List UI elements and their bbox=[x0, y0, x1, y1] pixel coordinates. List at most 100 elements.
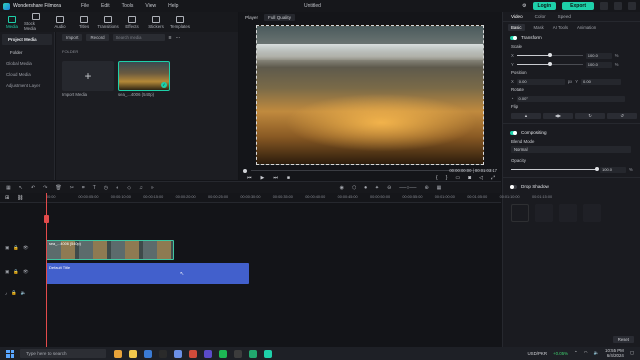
zoom-in-icon[interactable]: ⊕ bbox=[424, 185, 428, 191]
subtab-mask[interactable]: Mask bbox=[534, 25, 544, 30]
taskbar-app-icon[interactable] bbox=[159, 349, 167, 358]
taskbar-app-icon[interactable] bbox=[144, 349, 152, 358]
maximize-button[interactable] bbox=[614, 2, 622, 10]
minimize-button[interactable] bbox=[600, 2, 608, 10]
eye-icon[interactable]: 👁 bbox=[23, 269, 29, 275]
scale-x-handle[interactable] bbox=[547, 53, 552, 57]
opacity-slider[interactable] bbox=[511, 167, 599, 171]
speed-icon[interactable]: ◷ bbox=[104, 185, 108, 191]
taskbar-search-input[interactable]: Type here to search bbox=[20, 349, 106, 358]
tool-titles[interactable]: Titles bbox=[72, 12, 96, 32]
delete-icon[interactable]: 🗑 bbox=[55, 185, 61, 191]
taskbar-app-icon[interactable] bbox=[174, 349, 182, 358]
title-clip[interactable]: Default Title bbox=[46, 263, 249, 284]
tool-effects[interactable]: Effects bbox=[120, 12, 144, 32]
scrub-knob[interactable] bbox=[243, 168, 247, 173]
rotate-input[interactable]: 0.00° bbox=[516, 95, 625, 102]
lock-icon[interactable]: 🔒 bbox=[13, 245, 19, 251]
settings-icon[interactable]: ⚙ bbox=[522, 3, 526, 9]
scale-x-slider[interactable] bbox=[516, 53, 583, 57]
more-tools-icon[interactable]: » bbox=[151, 185, 154, 191]
taskbar-app-icon[interactable] bbox=[234, 349, 242, 358]
video-clip[interactable]: sea_...4006 (540p) bbox=[46, 240, 174, 260]
undo-icon[interactable]: ↶ bbox=[31, 185, 35, 191]
more-icon[interactable]: ⋯ bbox=[176, 35, 181, 41]
eye-icon[interactable]: 👁 bbox=[23, 245, 29, 251]
color-icon[interactable]: ◐ bbox=[116, 185, 119, 191]
tool-stickers[interactable]: Stickers bbox=[144, 12, 168, 32]
link-icon[interactable]: ⛓ bbox=[17, 195, 23, 201]
scale-y-input[interactable]: 100.0 bbox=[585, 61, 612, 68]
flip-horizontal-button[interactable]: ◀▶ bbox=[543, 112, 573, 119]
position-x-input[interactable]: 0.00 bbox=[516, 78, 565, 85]
opacity-handle[interactable] bbox=[595, 167, 599, 171]
taskbar-app-icon[interactable] bbox=[114, 349, 122, 358]
sidebar-project-media[interactable]: Project Media bbox=[2, 34, 52, 45]
mic-icon[interactable]: ⏺ bbox=[364, 185, 367, 191]
tab-video[interactable]: Video bbox=[511, 14, 523, 19]
crop-icon[interactable]: ⌗ bbox=[82, 185, 85, 191]
menu-tools[interactable]: Tools bbox=[122, 3, 134, 9]
tool-audio[interactable]: Audio bbox=[48, 12, 72, 32]
tool-media[interactable]: Media bbox=[0, 12, 24, 32]
filter-icon[interactable]: ≡ bbox=[169, 35, 172, 41]
sound-icon[interactable]: 🔈 bbox=[594, 350, 599, 356]
taskbar-app-icon[interactable] bbox=[129, 349, 137, 358]
sidebar-item-adjustment-layer[interactable]: Adjustment Layer bbox=[0, 80, 54, 91]
tool-stock-media[interactable]: Stock Media bbox=[24, 12, 48, 32]
add-track-icon[interactable]: ⊞ bbox=[5, 195, 9, 201]
text-icon[interactable]: T bbox=[93, 185, 96, 191]
subtab-animation[interactable]: Animation bbox=[577, 25, 596, 30]
taskbar-app-icon[interactable] bbox=[249, 349, 257, 358]
login-button[interactable]: Login bbox=[532, 2, 557, 10]
network-icon[interactable]: ⌃ bbox=[574, 350, 578, 356]
taskbar-app-icon[interactable] bbox=[204, 349, 212, 358]
taskbar-app-icon[interactable] bbox=[219, 349, 227, 358]
menu-help[interactable]: Help bbox=[168, 3, 178, 9]
marker-icon[interactable]: ⬡ bbox=[352, 185, 356, 191]
flip-vertical-button[interactable]: ▲ bbox=[511, 112, 541, 119]
redo-icon[interactable]: ↷ bbox=[43, 185, 47, 191]
lock-icon[interactable]: 🔒 bbox=[11, 290, 17, 296]
audio-adjust-icon[interactable]: ♫ bbox=[139, 185, 143, 191]
tab-speed[interactable]: Speed bbox=[558, 14, 571, 19]
sidebar-item-cloud-media[interactable]: Cloud Media bbox=[0, 69, 54, 80]
taskbar-app-icon[interactable] bbox=[264, 349, 272, 358]
video-preview[interactable] bbox=[256, 25, 484, 165]
rotate-ccw-button[interactable]: ↺ bbox=[607, 112, 637, 119]
menu-edit[interactable]: Edit bbox=[101, 3, 110, 9]
sidebar-item-global-media[interactable]: Global Media bbox=[0, 58, 54, 69]
rotate-dial-icon[interactable]: ◔ bbox=[511, 96, 514, 101]
layout-icon[interactable]: ▦ bbox=[6, 185, 11, 191]
notification-icon[interactable]: ▢ bbox=[630, 350, 634, 356]
keyframe-icon[interactable]: ◇ bbox=[127, 185, 131, 191]
opacity-input[interactable]: 100.0 bbox=[600, 166, 626, 173]
taskbar-app-icon[interactable] bbox=[189, 349, 197, 358]
transform-toggle[interactable] bbox=[510, 35, 517, 40]
blend-mode-dropdown[interactable]: Normal bbox=[511, 146, 631, 153]
subtab-basic[interactable]: Basic bbox=[508, 23, 525, 31]
scale-y-handle[interactable] bbox=[547, 62, 552, 66]
zoom-out-icon[interactable]: ⊖ bbox=[387, 185, 391, 191]
currency-ticker[interactable]: USD/PKR bbox=[528, 351, 548, 356]
tool-templates[interactable]: Templates bbox=[168, 12, 192, 32]
search-input[interactable]: Search media bbox=[112, 34, 165, 41]
compositing-toggle[interactable] bbox=[510, 130, 517, 135]
timeline-ruler[interactable]: ⊞ ⛓ 00:00 00:00:05:00 00:00:10:00 00:00:15:… bbox=[0, 193, 552, 203]
quality-dropdown[interactable]: Full Quality bbox=[264, 14, 296, 21]
close-button[interactable] bbox=[628, 2, 636, 10]
clock[interactable]: 10:55 PM 6/4/2024 bbox=[605, 348, 624, 358]
ai-icon[interactable]: ✦ bbox=[375, 185, 379, 191]
grid-icon[interactable]: ▦ bbox=[437, 185, 442, 191]
media-clip-thumbnail[interactable]: ✓ bbox=[118, 61, 170, 91]
record-dropdown[interactable]: Record bbox=[86, 34, 109, 41]
menu-file[interactable]: File bbox=[81, 3, 89, 9]
scale-y-slider[interactable] bbox=[516, 62, 583, 66]
scale-x-input[interactable]: 100.0 bbox=[585, 52, 612, 59]
drop-shadow-toggle[interactable] bbox=[510, 184, 517, 189]
rotate-cw-button[interactable]: ↻ bbox=[575, 112, 605, 119]
tool-transitions[interactable]: Transitions bbox=[96, 12, 120, 32]
export-button[interactable]: Export bbox=[562, 2, 594, 10]
zoom-slider[interactable]: ──○── bbox=[399, 185, 416, 191]
windows-start-icon[interactable] bbox=[6, 349, 14, 358]
